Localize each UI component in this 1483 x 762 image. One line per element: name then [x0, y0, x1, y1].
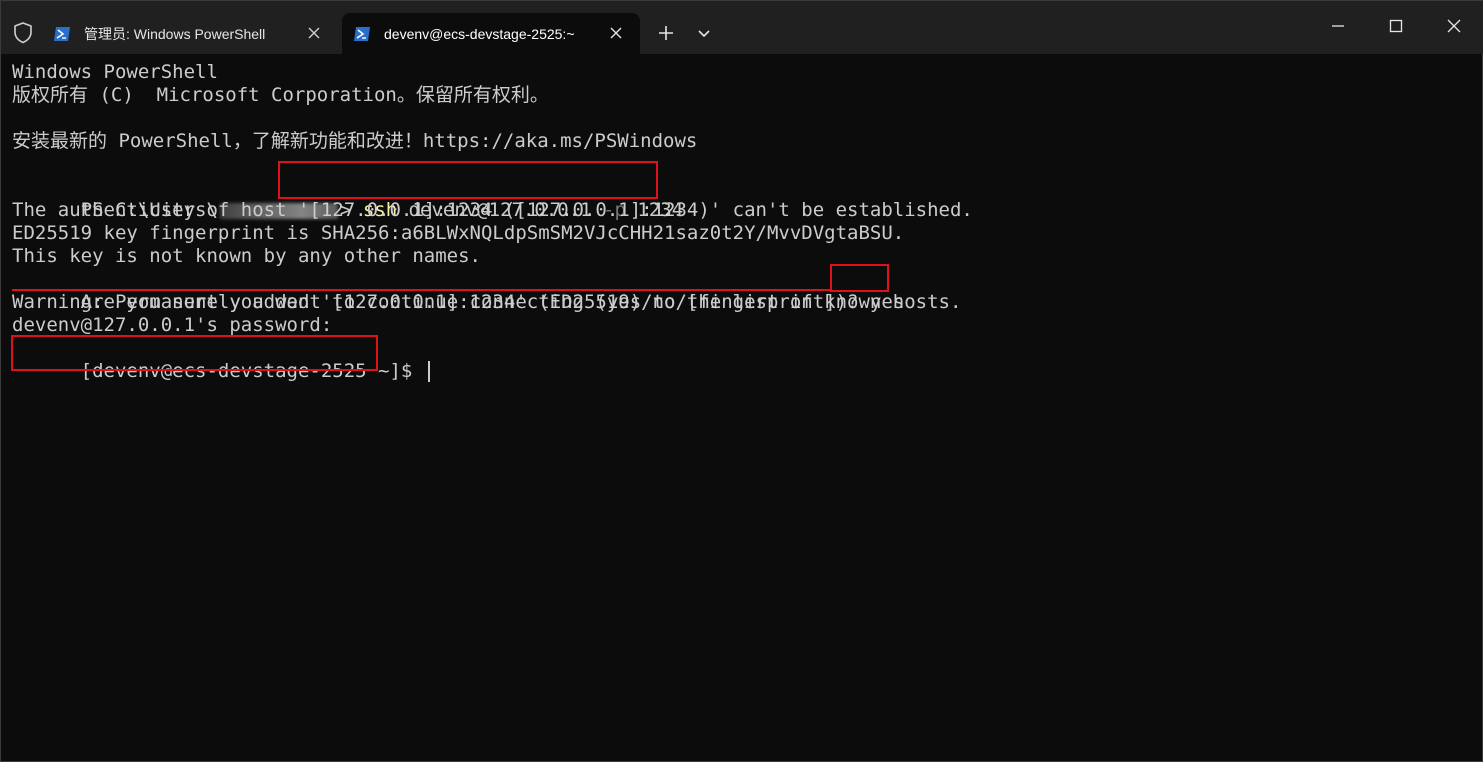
close-icon	[1447, 19, 1461, 33]
tab-powershell-admin[interactable]: 管理员: Windows PowerShell	[42, 13, 338, 54]
annotation-box-yes	[830, 264, 889, 292]
output-line: ED25519 key fingerprint is SHA256:a6BLWx…	[12, 222, 905, 244]
minimize-icon	[1332, 25, 1344, 27]
shield-icon	[11, 21, 35, 45]
close-icon[interactable]	[609, 25, 623, 39]
close-icon[interactable]	[307, 25, 321, 39]
tab-title: devenv@ecs-devstage-2525:~	[384, 25, 575, 42]
powershell-icon	[53, 26, 71, 42]
annotation-box-ssh-command	[278, 161, 658, 199]
output-line: 安装最新的 PowerShell，了解新功能和改进！https://aka.ms…	[12, 130, 698, 152]
terminal-output[interactable]: Windows PowerShell 版权所有 (C) Microsoft Co…	[12, 61, 1472, 751]
annotation-underline	[12, 289, 832, 291]
terminal-window: 管理员: Windows PowerShell devenv@ecs-devst…	[0, 0, 1483, 762]
tab-ssh-session[interactable]: devenv@ecs-devstage-2525:~	[342, 13, 640, 54]
output-line: 版权所有 (C) Microsoft Corporation。保留所有权利。	[12, 84, 549, 106]
annotation-box-remote-prompt	[11, 335, 378, 371]
output-line: devenv@127.0.0.1's password:	[12, 314, 333, 336]
output-line: Windows PowerShell	[12, 61, 218, 83]
minimize-button[interactable]	[1309, 1, 1367, 51]
output-line: This key is not known by any other names…	[12, 245, 481, 267]
maximize-button[interactable]	[1367, 1, 1425, 51]
output-line: Warning: Permanently added '[127.0.0.1]:…	[12, 291, 962, 313]
title-bar[interactable]: 管理员: Windows PowerShell devenv@ecs-devst…	[1, 1, 1483, 54]
chevron-down-icon[interactable]	[695, 26, 713, 40]
output-line: Are you sure you want to continue connec…	[12, 268, 905, 313]
tab-title: 管理员: Windows PowerShell	[84, 25, 266, 42]
powershell-icon	[353, 26, 371, 42]
plus-icon[interactable]	[655, 23, 677, 43]
close-window-button[interactable]	[1425, 1, 1483, 51]
output-line: The authenticity of host '[127.0.0.1]:12…	[12, 199, 973, 221]
text-cursor	[427, 361, 430, 382]
maximize-icon	[1389, 19, 1403, 33]
